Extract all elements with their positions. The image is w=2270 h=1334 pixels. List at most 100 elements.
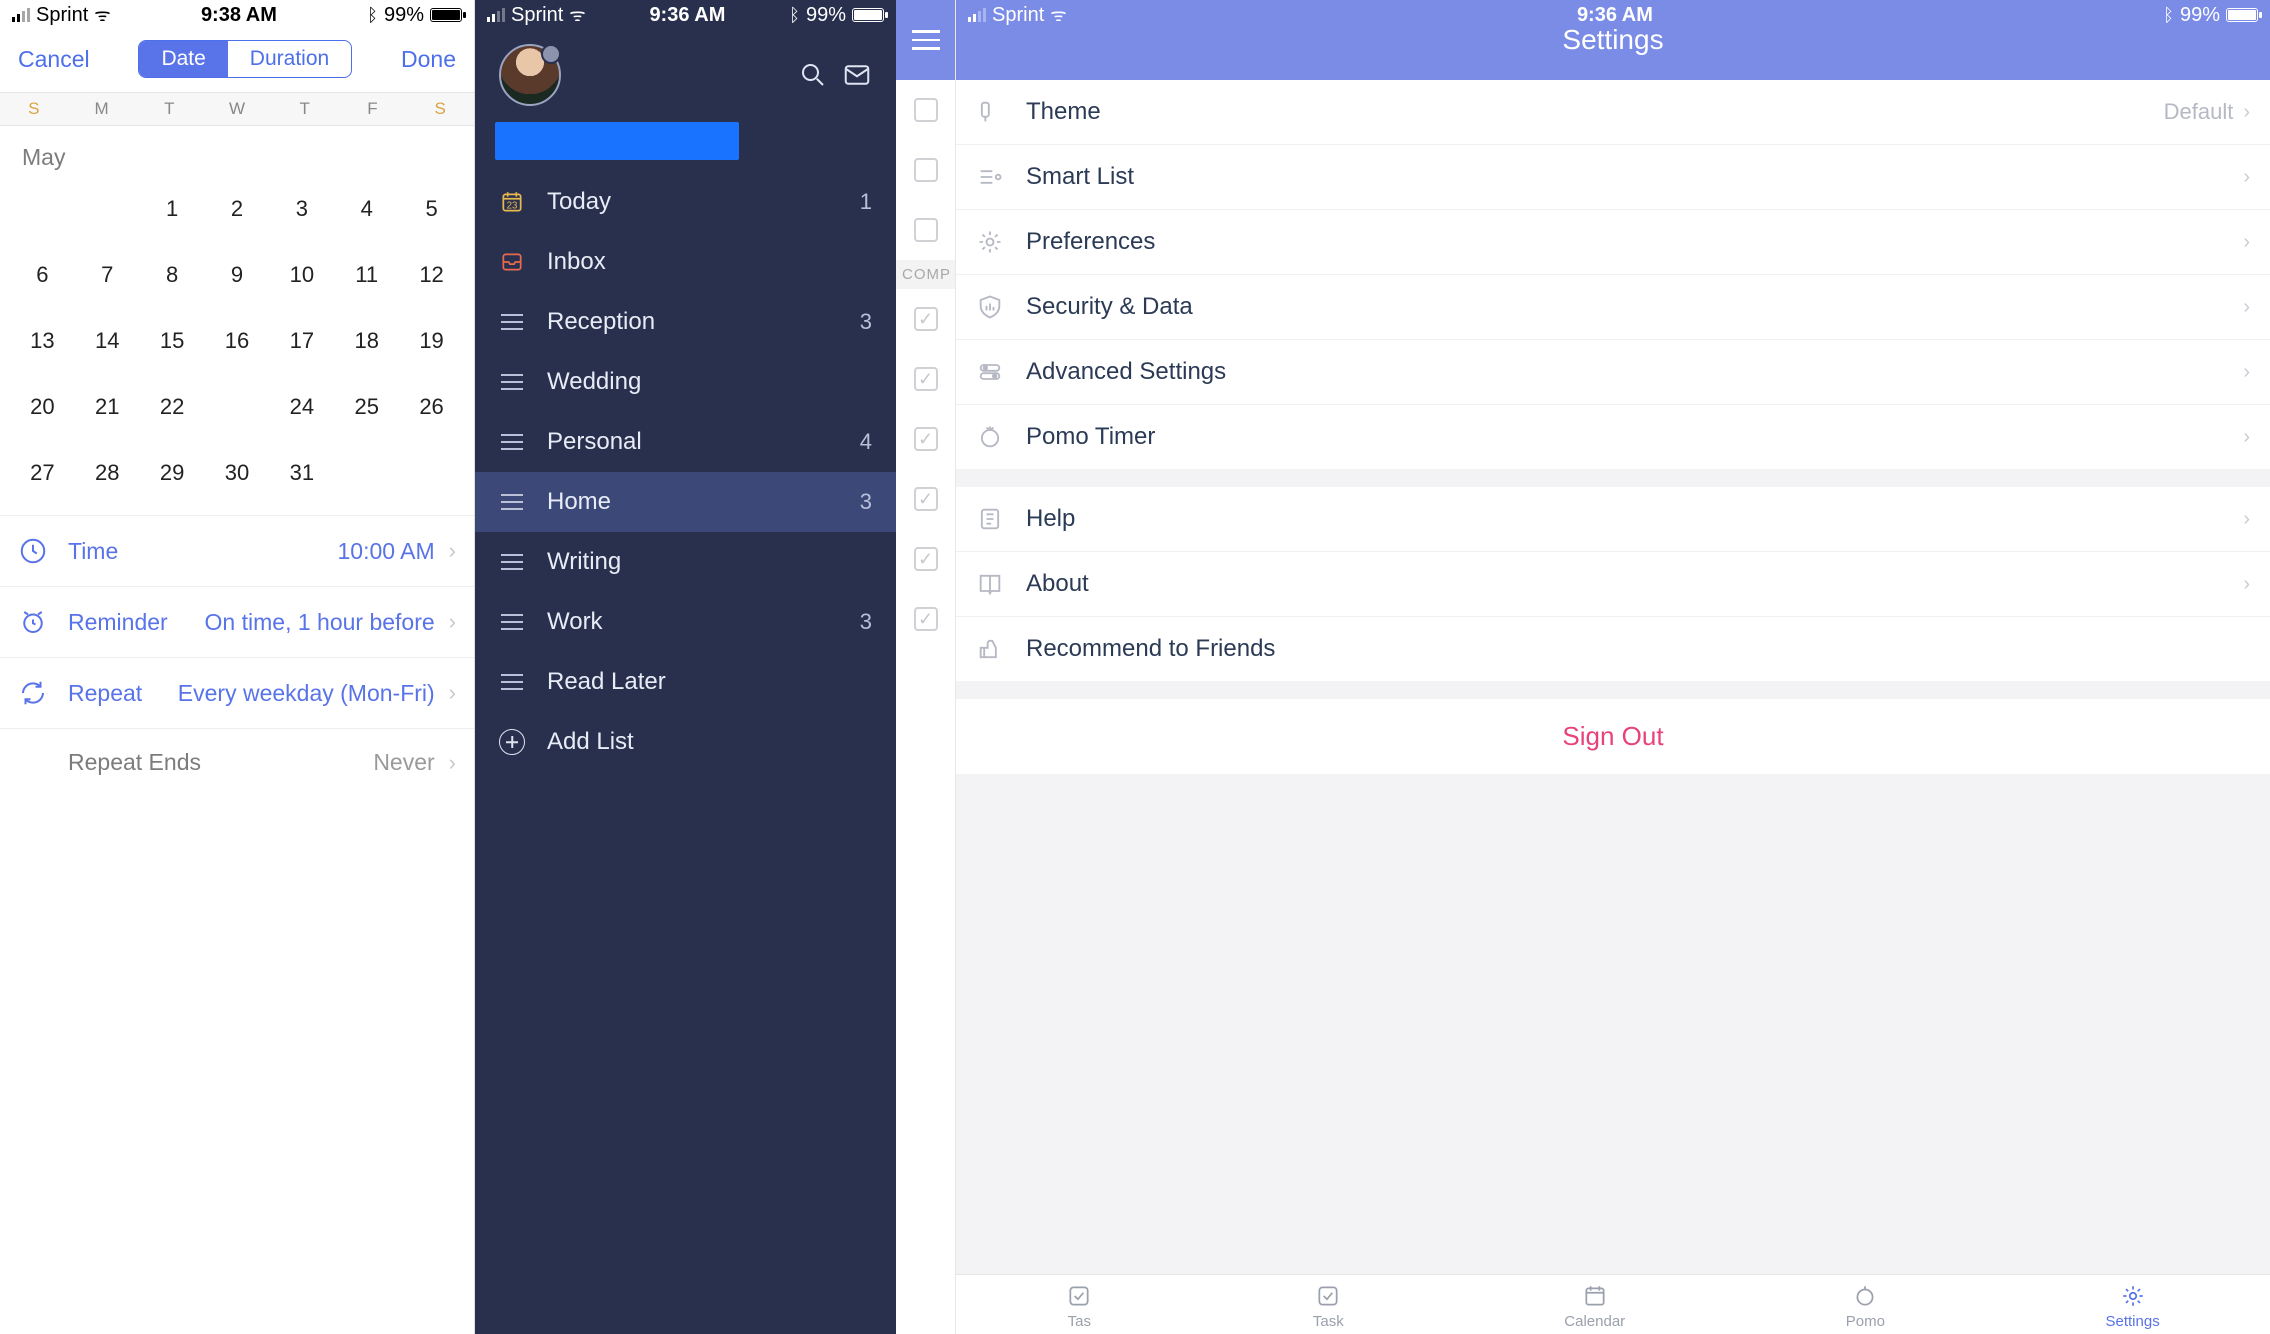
calendar-day[interactable]: 1 <box>140 187 205 231</box>
task-checkbox-done[interactable] <box>914 607 938 631</box>
date-duration-segment[interactable]: Date Duration <box>138 40 352 78</box>
task-checkbox[interactable] <box>914 98 938 122</box>
sidebar-item-work[interactable]: Work 3 <box>475 592 896 652</box>
repeat-ends-row[interactable]: Repeat Ends Never › <box>0 728 474 796</box>
calendar-day[interactable]: 3 <box>269 187 334 231</box>
tab-calendar[interactable]: Calendar <box>1564 1283 1625 1330</box>
today-icon: 23 <box>499 189 525 215</box>
battery-pct: 99% <box>384 4 424 27</box>
tab-pomo[interactable]: Pomo <box>1846 1283 1885 1330</box>
mail-icon[interactable] <box>842 60 872 90</box>
advanced-icon <box>976 358 1004 386</box>
settings-row-advanced-settings[interactable]: Advanced Settings › <box>956 339 2270 404</box>
calendar-day[interactable]: 8 <box>140 253 205 297</box>
task-checkbox-done[interactable] <box>914 307 938 331</box>
chevron-right-icon: › <box>2243 296 2250 319</box>
carrier-label: Sprint <box>511 4 563 27</box>
calendar-day[interactable]: 29 <box>140 451 205 495</box>
settings-row-preferences[interactable]: Preferences › <box>956 209 2270 274</box>
settings-row-security-data[interactable]: Security & Data › <box>956 274 2270 339</box>
status-time: 9:36 AM <box>1577 4 1653 27</box>
sidebar-item-count: 3 <box>860 489 872 515</box>
calendar-day[interactable]: 15 <box>140 319 205 363</box>
hamburger-icon[interactable] <box>912 30 940 50</box>
task-checkbox-done[interactable] <box>914 487 938 511</box>
calendar-day[interactable]: 6 <box>10 253 75 297</box>
sidebar-item-add-list[interactable]: Add List <box>475 712 896 772</box>
settings-row-pomo-timer[interactable]: Pomo Timer › <box>956 404 2270 469</box>
list-icon <box>499 429 525 455</box>
settings-row-smart-list[interactable]: Smart List › <box>956 144 2270 209</box>
settings-row-help[interactable]: Help › <box>956 487 2270 551</box>
calendar-day[interactable]: 2 <box>205 187 270 231</box>
task-checkbox[interactable] <box>914 158 938 182</box>
calendar-day[interactable]: 10 <box>269 253 334 297</box>
sign-out-button[interactable]: Sign Out <box>956 699 2270 774</box>
calendar-day[interactable]: 12 <box>399 253 464 297</box>
security-icon <box>976 293 1004 321</box>
avatar[interactable] <box>499 44 561 106</box>
task-checkbox-done[interactable] <box>914 367 938 391</box>
time-row[interactable]: Time 10:00 AM › <box>0 515 474 586</box>
wifi-icon: ᯤ <box>569 3 585 27</box>
repeat-value: Every weekday (Mon-Fri) <box>178 680 435 707</box>
tab-task[interactable]: Task <box>1313 1283 1344 1330</box>
calendar-day[interactable]: 20 <box>10 385 75 429</box>
calendar-grid[interactable]: 1234567891011121314151617181920212223242… <box>0 187 474 515</box>
calendar-day[interactable]: 31 <box>269 451 334 495</box>
task-checkbox[interactable] <box>914 218 938 242</box>
calendar-day[interactable]: 7 <box>75 253 140 297</box>
calendar-day[interactable]: 27 <box>10 451 75 495</box>
battery-icon <box>2226 8 2258 22</box>
calendar-day[interactable]: 13 <box>10 319 75 363</box>
calendar-day[interactable]: 16 <box>205 319 270 363</box>
calendar-day[interactable]: 22 <box>140 385 205 429</box>
calendar-day[interactable]: 9 <box>205 253 270 297</box>
tab-label: Tas <box>1068 1313 1091 1330</box>
calendar-day[interactable]: 21 <box>75 385 140 429</box>
add-icon <box>499 729 525 755</box>
sidebar-item-count: 1 <box>860 189 872 215</box>
prefs-icon <box>976 228 1004 256</box>
search-icon[interactable] <box>798 60 828 90</box>
sidebar-item-inbox[interactable]: Inbox <box>475 232 896 292</box>
sidebar-item-read-later[interactable]: Read Later <box>475 652 896 712</box>
calendar-day[interactable]: 11 <box>334 253 399 297</box>
tab-tas[interactable]: Tas <box>1066 1283 1092 1330</box>
about-icon <box>976 570 1004 598</box>
segment-date[interactable]: Date <box>139 41 227 77</box>
reminder-row[interactable]: Reminder On time, 1 hour before › <box>0 586 474 657</box>
settings-label: Recommend to Friends <box>1026 635 2250 663</box>
calendar-day[interactable]: 18 <box>334 319 399 363</box>
calendar-day[interactable]: 24 <box>269 385 334 429</box>
battery-icon <box>430 8 462 22</box>
sidebar-item-writing[interactable]: Writing <box>475 532 896 592</box>
calendar-day[interactable]: 17 <box>269 319 334 363</box>
segment-duration[interactable]: Duration <box>228 41 351 77</box>
calendar-day[interactable]: 19 <box>399 319 464 363</box>
settings-row-theme[interactable]: Theme Default › <box>956 80 2270 144</box>
sidebar-item-personal[interactable]: Personal 4 <box>475 412 896 472</box>
calendar-day[interactable]: 25 <box>334 385 399 429</box>
sidebar-item-label: Today <box>547 188 838 216</box>
task-checkbox-done[interactable] <box>914 547 938 571</box>
task-checkbox-done[interactable] <box>914 427 938 451</box>
settings-row-recommend-to-friends[interactable]: Recommend to Friends <box>956 616 2270 681</box>
calendar-day[interactable]: 28 <box>75 451 140 495</box>
sidebar-item-reception[interactable]: Reception 3 <box>475 292 896 352</box>
calendar-day[interactable]: 14 <box>75 319 140 363</box>
sidebar-item-wedding[interactable]: Wedding <box>475 352 896 412</box>
sidebar-item-home[interactable]: Home 3 <box>475 472 896 532</box>
calendar-day[interactable]: 30 <box>205 451 270 495</box>
done-button[interactable]: Done <box>401 46 456 73</box>
chevron-right-icon: › <box>2243 508 2250 531</box>
calendar-day[interactable]: 4 <box>334 187 399 231</box>
sidebar-item-today[interactable]: 23 Today 1 <box>475 172 896 232</box>
settings-row-about[interactable]: About › <box>956 551 2270 616</box>
calendar-day[interactable]: 26 <box>399 385 464 429</box>
cancel-button[interactable]: Cancel <box>18 46 90 73</box>
calendar-day[interactable]: 5 <box>399 187 464 231</box>
tab-settings[interactable]: Settings <box>2106 1283 2160 1330</box>
repeat-row[interactable]: Repeat Every weekday (Mon-Fri) › <box>0 657 474 728</box>
calendar-day[interactable]: 23 <box>205 385 270 429</box>
